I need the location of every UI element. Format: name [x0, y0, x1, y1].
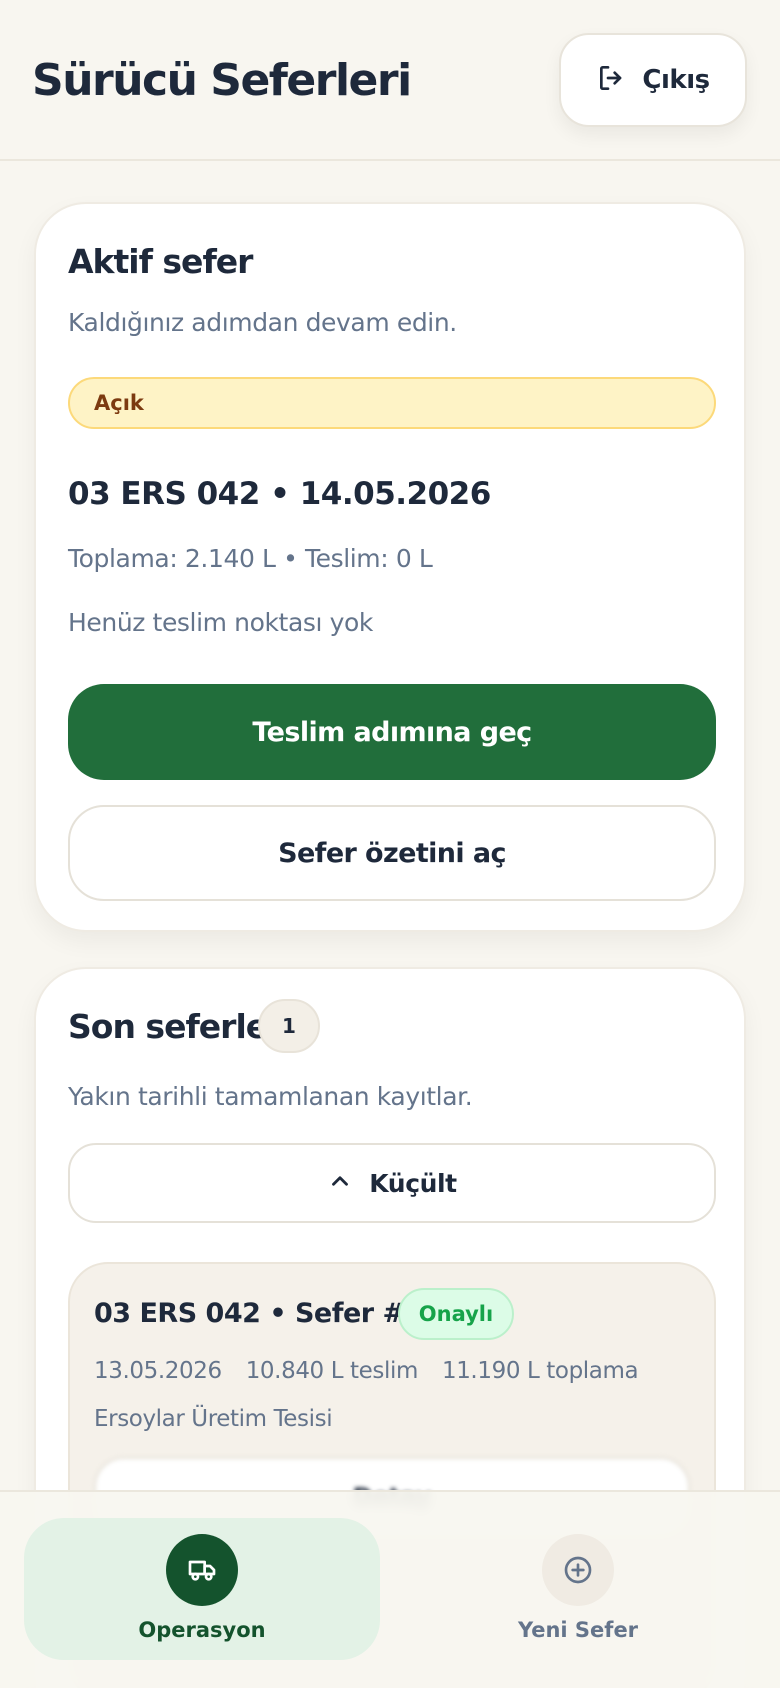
- recent-trips-subtitle: Yakın tarihli tamamlanan kayıtlar.: [68, 1082, 473, 1111]
- recent-trip-title: 03 ERS 042 • Sefer #1: [94, 1298, 423, 1329]
- recent-trips-count-badge: 1: [258, 999, 320, 1053]
- delivery-points-text: Henüz teslim noktası yok: [68, 608, 373, 637]
- recent-trip-location: Ersoylar Üretim Tesisi: [94, 1406, 333, 1432]
- active-trip-subtitle: Kaldığınız adımdan devam edin.: [68, 308, 457, 337]
- recent-trip-meta: 13.05.2026 10.840 L teslim 11.190 L topl…: [94, 1358, 639, 1384]
- collapse-button[interactable]: Küçült: [68, 1143, 716, 1223]
- nav-item-yeni-sefer[interactable]: Yeni Sefer: [400, 1518, 756, 1660]
- trip-plate-date: 03 ERS 042 • 14.05.2026: [68, 476, 491, 512]
- nav-label-yeni-sefer: Yeni Sefer: [517, 1618, 639, 1642]
- page-title: Sürücü Seferleri: [32, 55, 412, 106]
- logout-label: Çıkış: [642, 65, 710, 95]
- go-to-delivery-button[interactable]: Teslim adımına geç: [68, 684, 716, 780]
- approved-status-badge: Onaylı: [398, 1288, 514, 1340]
- recent-trip-date: 13.05.2026: [94, 1358, 222, 1384]
- header: Sürücü Seferleri Çıkış: [0, 0, 780, 161]
- collapse-label: Küçült: [369, 1168, 457, 1198]
- active-trip-title: Aktif sefer: [68, 242, 253, 281]
- chevron-up-icon: [327, 1168, 353, 1198]
- trip-totals: Toplama: 2.140 L • Teslim: 0 L: [68, 544, 433, 573]
- open-trip-summary-button[interactable]: Sefer özetini aç: [68, 805, 716, 901]
- recent-trip-delivered: 10.840 L teslim: [245, 1358, 419, 1384]
- app-screen: Sürücü Seferleri Çıkış Aktif sefer Kaldı…: [0, 0, 780, 1688]
- recent-trip-collected: 11.190 L toplama: [441, 1358, 639, 1384]
- logout-icon: [596, 62, 628, 98]
- truck-icon: [166, 1534, 238, 1606]
- nav-label-operasyon: Operasyon: [138, 1618, 266, 1642]
- bottom-nav: Operasyon Yeni Sefer: [0, 1490, 780, 1688]
- nav-item-operasyon[interactable]: Operasyon: [24, 1518, 380, 1660]
- status-badge: Açık: [68, 377, 716, 429]
- active-trip-card: Aktif sefer Kaldığınız adımdan devam edi…: [34, 202, 746, 932]
- logout-button[interactable]: Çıkış: [559, 33, 747, 127]
- recent-trips-title: Son seferler: [68, 1007, 283, 1046]
- plus-circle-icon: [542, 1534, 614, 1606]
